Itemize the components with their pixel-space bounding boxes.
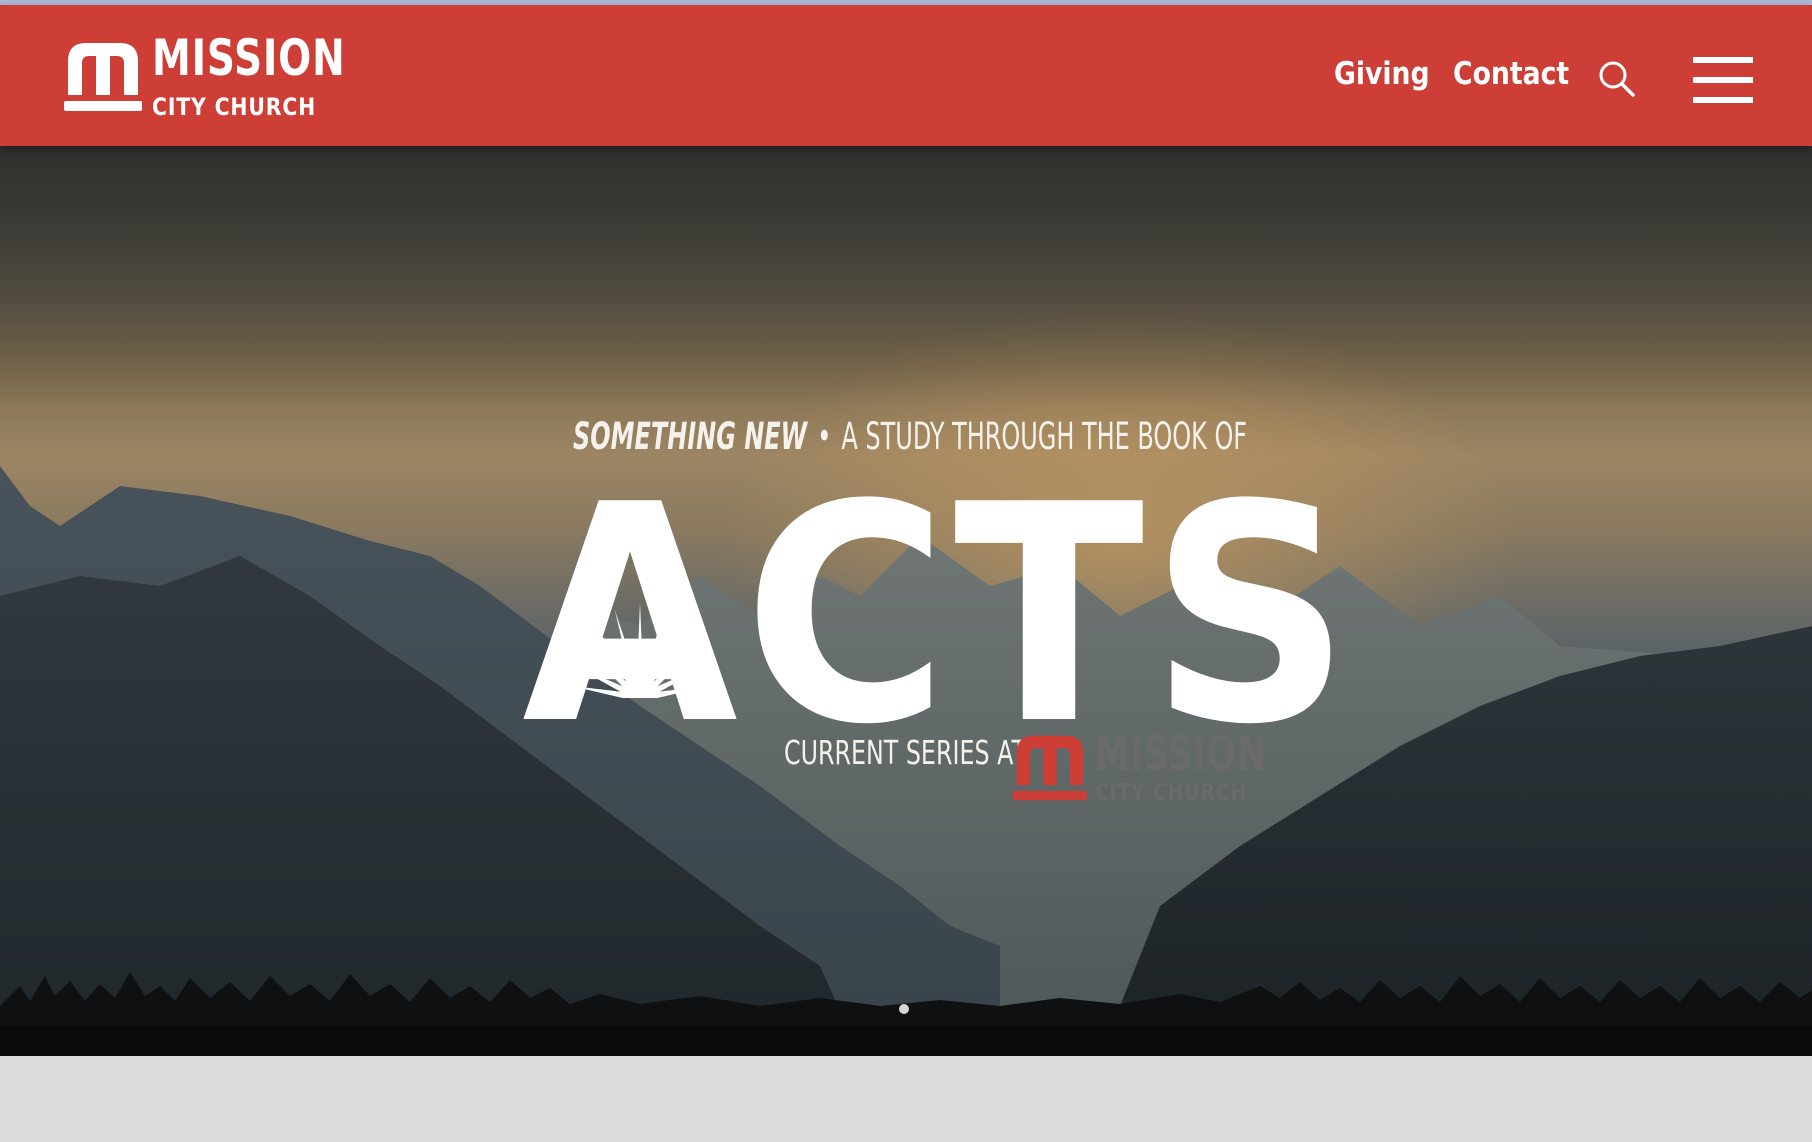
nav-giving-link[interactable]: Giving — [1334, 59, 1430, 90]
hero-logo-wordmark: MISSION — [1095, 726, 1267, 782]
hero-church-logo: MISSION CITY CHURCH — [1013, 730, 1266, 806]
hero-logo-subtitle: CITY CHURCH — [1095, 780, 1248, 806]
search-icon — [1599, 61, 1635, 97]
logo-wordmark: MISSION — [152, 29, 346, 87]
site-header: MISSION CITY CHURCH Giving Contact — [0, 5, 1812, 146]
nav-contact-link[interactable]: Contact — [1453, 59, 1569, 90]
logo-m-icon — [64, 43, 142, 111]
current-series-label: CURRENT SERIES AT: — [784, 733, 1032, 772]
hero-slider: SOMETHING NEW • A STUDY THROUGH THE BOOK O… — [0, 146, 1812, 1056]
hamburger-menu-icon-bar — [1693, 57, 1753, 63]
hamburger-menu-icon-bar — [1693, 77, 1753, 83]
site-logo[interactable]: MISSION CITY CHURCH — [64, 33, 345, 123]
hamburger-menu-button[interactable] — [1693, 57, 1753, 103]
search-button[interactable] — [1597, 59, 1637, 99]
hamburger-menu-icon-bar — [1693, 97, 1753, 103]
slider-pagination-dot[interactable] — [899, 1004, 909, 1014]
sunburst-icon — [571, 603, 709, 698]
hero-logo-m-icon — [1013, 735, 1087, 801]
logo-subtitle: CITY CHURCH — [152, 93, 317, 121]
